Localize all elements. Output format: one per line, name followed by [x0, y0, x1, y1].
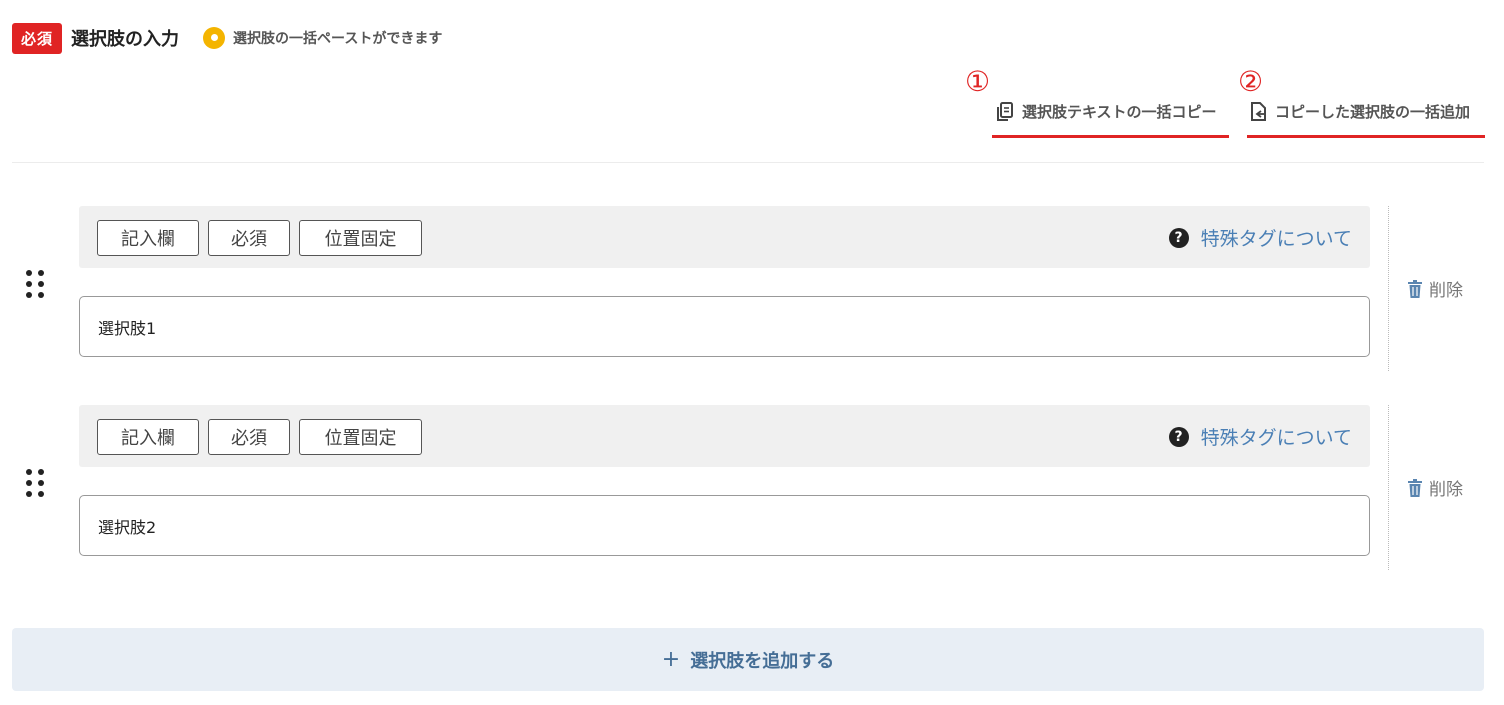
divider [12, 162, 1484, 163]
special-tag-link[interactable]: ? 特殊タグについて [1168, 423, 1352, 450]
hint-text: 選択肢の一括ペーストができます [233, 31, 443, 47]
choice-row: 記入欄 必須 位置固定 ? 特殊タグについて 削除 [0, 206, 1504, 371]
choice-toolbar: 記入欄 必須 位置固定 ? 特殊タグについて [79, 405, 1370, 467]
annotation-marker-2: ② [1238, 65, 1264, 98]
question-icon: ? [1168, 426, 1189, 447]
plus-icon: + [661, 647, 681, 672]
add-choice-button[interactable]: + 選択肢を追加する [12, 628, 1484, 691]
row-separator [1388, 206, 1389, 371]
bulk-paste-hint: 選択肢の一括ペーストができます [203, 27, 442, 49]
bulk-copy-button[interactable]: 選択肢テキストの一括コピー [996, 101, 1217, 122]
trash-icon [1408, 279, 1422, 298]
tag-button-entry-field[interactable]: 記入欄 [97, 220, 199, 256]
lightbulb-icon [203, 27, 226, 49]
question-icon: ? [1168, 227, 1189, 248]
bulk-add-button[interactable]: コピーした選択肢の一括追加 [1250, 101, 1470, 122]
tag-button-fixed-position[interactable]: 位置固定 [299, 220, 422, 256]
delete-label: 削除 [1429, 281, 1463, 301]
add-choice-label: 選択肢を追加する [690, 650, 835, 672]
section-header: 必須 選択肢の入力 選択肢の一括ペーストができます [12, 22, 442, 54]
choice-row: 記入欄 必須 位置固定 ? 特殊タグについて 削除 [0, 405, 1504, 570]
trash-icon [1408, 478, 1422, 497]
annotation-marker-1: ① [965, 65, 991, 98]
bulk-copy-label: 選択肢テキストの一括コピー [1022, 103, 1217, 121]
tag-button-required[interactable]: 必須 [208, 220, 290, 256]
tag-button-entry-field[interactable]: 記入欄 [97, 419, 199, 455]
annotation-underline-1 [992, 135, 1229, 138]
bulk-add-label: コピーした選択肢の一括追加 [1275, 103, 1471, 121]
annotation-underline-2 [1247, 135, 1485, 138]
tag-button-required[interactable]: 必須 [208, 419, 290, 455]
delete-button[interactable]: 削除 [1407, 475, 1463, 500]
drag-handle-icon[interactable] [26, 270, 46, 306]
copy-icon [997, 101, 1013, 121]
drag-handle-icon[interactable] [26, 469, 46, 505]
choice-input[interactable] [79, 495, 1370, 556]
delete-label: 削除 [1429, 480, 1463, 500]
delete-button[interactable]: 削除 [1407, 276, 1463, 301]
special-tag-link[interactable]: ? 特殊タグについて [1168, 224, 1352, 251]
special-tag-label: 特殊タグについて [1200, 427, 1352, 449]
tag-button-fixed-position[interactable]: 位置固定 [299, 419, 422, 455]
choice-input[interactable] [79, 296, 1370, 357]
special-tag-label: 特殊タグについて [1200, 228, 1352, 250]
required-badge: 必須 [12, 22, 63, 54]
section-title: 選択肢の入力 [71, 29, 180, 50]
paste-file-icon [1251, 102, 1266, 121]
choice-toolbar: 記入欄 必須 位置固定 ? 特殊タグについて [79, 206, 1370, 268]
row-separator [1388, 405, 1389, 570]
